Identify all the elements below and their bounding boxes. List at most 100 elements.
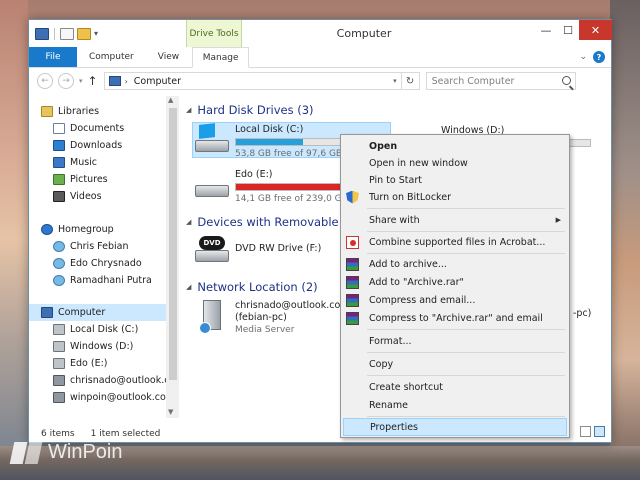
nav-item-videos[interactable]: Videos (53, 188, 102, 205)
nav-item-network-winpoin[interactable]: winpoin@outlook.com (53, 389, 175, 406)
breadcrumb[interactable]: Computer (134, 76, 181, 87)
nav-item-network-chrisnado[interactable]: chrisnado@outlook.co (53, 372, 175, 389)
menu-item-properties[interactable]: Properties (343, 418, 567, 436)
address-history-chevron-icon[interactable]: ▾ (393, 77, 397, 85)
menu-divider (367, 352, 565, 353)
new-folder-icon[interactable] (77, 27, 91, 40)
computer-icon (108, 76, 121, 86)
group-header-hard-disk-drives[interactable]: ◢ Hard Disk Drives (3) (186, 103, 314, 117)
nav-item-label: winpoin@outlook.com (70, 392, 176, 403)
ribbon-spacer (249, 47, 579, 67)
dvd-drive-icon: DVD (195, 234, 229, 264)
search-input[interactable]: Search Computer (425, 72, 576, 90)
user-icon (53, 258, 65, 269)
libraries-icon (41, 106, 53, 117)
help-icon[interactable]: ? (593, 51, 605, 63)
menu-item-rename[interactable]: Rename (343, 396, 567, 414)
back-arrow-icon[interactable]: ← (37, 73, 53, 89)
nav-item-documents[interactable]: Documents (53, 120, 124, 137)
tab-computer[interactable]: Computer (77, 47, 146, 67)
drive-item-dvd-f[interactable]: DVD DVD RW Drive (F:) (195, 234, 321, 264)
drive-name: DVD RW Drive (F:) (235, 243, 322, 254)
nav-item-label: Chris Febian (70, 241, 129, 252)
collapse-chevron-icon[interactable]: ◢ (186, 106, 191, 114)
drive-icon (53, 358, 65, 369)
menu-item-open[interactable]: Open (343, 137, 567, 155)
collapse-chevron-icon[interactable]: ◢ (186, 283, 191, 291)
menu-item-create-shortcut[interactable]: Create shortcut (343, 378, 567, 396)
menu-item-compress-and-email[interactable]: Compress and email... (343, 291, 567, 309)
tab-manage[interactable]: Manage (192, 47, 250, 68)
navigation-pane: Libraries Documents Downloads Music Pict… (29, 96, 179, 418)
group-header-removable-storage[interactable]: ◢ Devices with Removable St (186, 215, 354, 229)
pictures-icon (53, 174, 65, 185)
menu-item-compress-to-rar-and-email[interactable]: Compress to "Archive.rar" and email (343, 309, 567, 327)
tab-view[interactable]: View (146, 47, 191, 67)
nav-item-pictures[interactable]: Pictures (53, 171, 108, 188)
scroll-up-arrow-icon[interactable]: ▲ (168, 96, 173, 104)
up-arrow-icon[interactable]: ↑ (88, 74, 98, 88)
menu-item-copy[interactable]: Copy (343, 355, 567, 373)
desktop-wallpaper-left (0, 0, 28, 480)
nav-item-homegroup[interactable]: Homegroup (41, 221, 114, 238)
nav-item-edo-e[interactable]: Edo (E:) (53, 355, 107, 372)
menu-item-combine-acrobat[interactable]: Combine supported files in Acrobat... (343, 233, 567, 251)
user-icon (53, 241, 65, 252)
nav-item-music[interactable]: Music (53, 154, 97, 171)
menu-item-format[interactable]: Format... (343, 332, 567, 350)
view-switcher (580, 426, 605, 437)
nav-item-edo-chrysnado[interactable]: Edo Chrysnado (53, 255, 142, 272)
tab-file[interactable]: File (29, 47, 77, 67)
forward-arrow-icon[interactable]: → (58, 73, 74, 89)
winpoin-logo-icon (12, 442, 42, 464)
nav-item-computer[interactable]: Computer (29, 304, 166, 321)
menu-divider (367, 208, 565, 209)
properties-icon[interactable] (60, 27, 74, 40)
close-button[interactable]: ✕ (579, 20, 612, 40)
tiles-view-icon[interactable] (594, 426, 605, 437)
nav-item-ramadhani-putra[interactable]: Ramadhani Putra (53, 272, 152, 289)
nav-item-downloads[interactable]: Downloads (53, 137, 122, 154)
nav-item-local-disk-c[interactable]: Local Disk (C:) (53, 321, 138, 338)
winrar-icon (346, 293, 359, 307)
group-title: Network Location (2) (197, 280, 318, 294)
menu-divider (367, 416, 565, 417)
maximize-button[interactable]: ☐ (557, 20, 579, 40)
breadcrumb-chevron-icon[interactable]: › (125, 77, 128, 86)
nav-item-windows-d[interactable]: Windows (D:) (53, 338, 133, 355)
expand-ribbon-chevron-icon[interactable]: ⌄ (579, 52, 587, 62)
network-item-chrisnado[interactable]: chrisnado@outlook.com (febian-pc) Media … (199, 300, 350, 336)
scroll-down-arrow-icon[interactable]: ▼ (168, 408, 173, 416)
media-server-icon (199, 300, 227, 334)
search-placeholder: Search Computer (431, 75, 515, 87)
title-bar: ▾ Drive Tools Computer — ☐ ✕ (29, 20, 612, 47)
menu-item-pin-to-start[interactable]: Pin to Start (343, 171, 567, 189)
recent-locations-chevron-icon[interactable]: ▾ (79, 77, 83, 85)
computer-icon (41, 307, 53, 318)
menu-item-open-new-window[interactable]: Open in new window (343, 154, 567, 172)
menu-item-bitlocker[interactable]: Turn on BitLocker (343, 188, 567, 206)
network-item-winpoin[interactable]: -pc) (573, 308, 591, 320)
network-location-icon (53, 375, 65, 386)
nav-item-chris-febian[interactable]: Chris Febian (53, 238, 128, 255)
refresh-icon[interactable]: ↻ (400, 73, 419, 89)
search-icon[interactable] (561, 76, 571, 85)
menu-item-share-with[interactable]: Share with ▶ (343, 211, 567, 229)
nav-item-label: Edo Chrysnado (70, 258, 142, 269)
nav-item-label: Windows (D:) (70, 341, 134, 352)
minimize-button[interactable]: — (535, 20, 557, 40)
shield-icon (346, 190, 359, 204)
group-header-network-location[interactable]: ◢ Network Location (2) (186, 280, 318, 294)
nav-scrollbar-thumb[interactable] (169, 108, 177, 380)
address-bar[interactable]: › Computer ▾ ↻ (103, 72, 420, 90)
details-view-icon[interactable] (580, 426, 591, 437)
windows-drive-icon (195, 123, 229, 154)
nav-item-libraries[interactable]: Libraries (41, 103, 99, 120)
customize-toolbar-chevron-icon[interactable]: ▾ (94, 29, 98, 38)
menu-item-add-to-archive-rar[interactable]: Add to "Archive.rar" (343, 273, 567, 291)
nav-item-label: Documents (70, 123, 125, 134)
collapse-chevron-icon[interactable]: ◢ (186, 218, 191, 226)
menu-item-add-to-archive[interactable]: Add to archive... (343, 255, 567, 273)
group-title: Hard Disk Drives (3) (197, 103, 314, 117)
computer-icon[interactable] (35, 27, 49, 40)
